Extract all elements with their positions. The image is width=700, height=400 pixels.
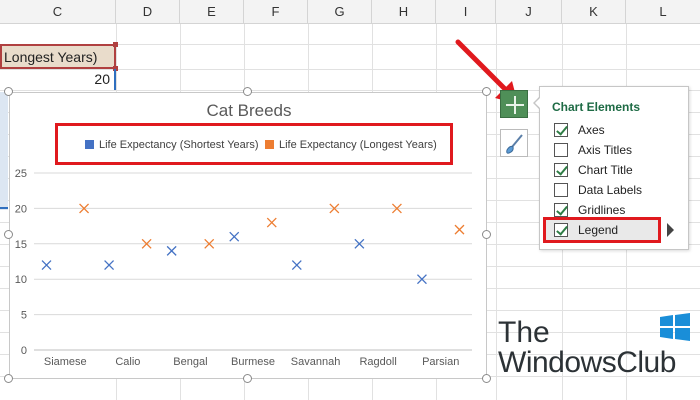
column-header-c[interactable]: C bbox=[0, 0, 116, 24]
resize-handle-bottom-right[interactable] bbox=[482, 374, 491, 383]
chart-element-chart-title[interactable]: Chart Title bbox=[554, 163, 633, 179]
checkbox[interactable] bbox=[554, 203, 568, 217]
resize-handle-middle-right[interactable] bbox=[482, 230, 491, 239]
y-tick-label: 25 bbox=[15, 168, 27, 180]
checkbox[interactable] bbox=[554, 143, 568, 157]
column-header-f[interactable]: F bbox=[244, 0, 308, 24]
chart-element-label: Axis Titles bbox=[578, 143, 633, 157]
y-tick-label: 0 bbox=[21, 345, 27, 357]
panel-title: Chart Elements bbox=[552, 100, 641, 114]
column-header-j[interactable]: J bbox=[496, 0, 562, 24]
checkbox[interactable] bbox=[554, 163, 568, 177]
column-header-g[interactable]: G bbox=[308, 0, 372, 24]
y-tick-label: 5 bbox=[21, 310, 27, 322]
column-header-k[interactable]: K bbox=[562, 0, 626, 24]
resize-handle-top-center[interactable] bbox=[243, 87, 252, 96]
x-tick-label: Parsian bbox=[422, 356, 459, 368]
chart-area[interactable]: Cat Breeds Life Expectancy (Shortest Yea… bbox=[9, 92, 487, 379]
x-tick-label: Siamese bbox=[44, 356, 87, 368]
chart-element-label: Gridlines bbox=[578, 203, 626, 217]
data-point-marker bbox=[104, 260, 115, 270]
data-point-marker bbox=[229, 231, 240, 242]
chart-element-label: Chart Title bbox=[578, 163, 633, 177]
panel-pointer-inner bbox=[535, 97, 541, 109]
x-tick-label: Ragdoll bbox=[359, 356, 396, 368]
legend-options-arrow-icon[interactable] bbox=[667, 223, 674, 237]
checkbox[interactable] bbox=[554, 223, 568, 237]
chart-element-label: Legend bbox=[578, 223, 619, 237]
plus-icon bbox=[506, 96, 524, 114]
chart-styles-button[interactable] bbox=[500, 129, 528, 157]
resize-handle-top-left[interactable] bbox=[4, 87, 13, 96]
paintbrush-icon bbox=[506, 134, 523, 154]
thewindowsclub-logo: The WindowsClub bbox=[498, 313, 698, 396]
chart-elements-button[interactable] bbox=[500, 90, 528, 118]
data-point-marker bbox=[41, 260, 52, 270]
y-tick-label: 20 bbox=[15, 203, 27, 215]
chart-element-axes[interactable]: Axes bbox=[554, 123, 605, 139]
x-tick-label: Calio bbox=[115, 356, 140, 368]
windows-logo-icon bbox=[660, 313, 690, 341]
selection-handle[interactable] bbox=[113, 42, 118, 47]
header-cell-text: Longest Years) bbox=[4, 49, 98, 65]
chart-element-label: Data Labels bbox=[578, 183, 643, 197]
checkbox[interactable] bbox=[554, 183, 568, 197]
column-header-i[interactable]: I bbox=[436, 0, 496, 24]
y-tick-label: 10 bbox=[15, 274, 27, 286]
chart-element-axis-titles[interactable]: Axis Titles bbox=[554, 143, 632, 159]
x-tick-label: Bengal bbox=[173, 356, 207, 368]
logo-line1: The bbox=[498, 316, 550, 349]
column-header-l[interactable]: L bbox=[626, 0, 700, 24]
data-point-marker bbox=[166, 245, 177, 256]
x-tick-label: Savannah bbox=[291, 356, 341, 368]
column-header-d[interactable]: D bbox=[116, 0, 180, 24]
chart-element-legend[interactable]: Legend bbox=[554, 223, 618, 239]
plot-area[interactable]: 0 5 10 15 20 25 Siamese Calio Bengal Burmese Savan… bbox=[10, 93, 488, 380]
value-cell-text: 20 bbox=[94, 71, 110, 87]
x-tick-label: Burmese bbox=[231, 356, 275, 368]
resize-handle-bottom-left[interactable] bbox=[4, 374, 13, 383]
logo-line2: WindowsClub bbox=[498, 346, 676, 379]
data-point-marker bbox=[291, 260, 302, 270]
data-point-marker bbox=[266, 217, 277, 228]
selected-header-cell[interactable]: Longest Years) bbox=[0, 44, 116, 69]
resize-handle-middle-left[interactable] bbox=[4, 230, 13, 239]
checkbox[interactable] bbox=[554, 123, 568, 137]
column-header-h[interactable]: H bbox=[372, 0, 436, 24]
resize-handle-bottom-center[interactable] bbox=[243, 374, 252, 383]
y-tick-label: 15 bbox=[15, 239, 27, 251]
column-header-e[interactable]: E bbox=[180, 0, 244, 24]
selection-range-edge bbox=[0, 207, 8, 209]
chart-element-gridlines[interactable]: Gridlines bbox=[554, 203, 625, 219]
value-cell[interactable]: 20 bbox=[0, 69, 116, 90]
column-header-bar: C D E F G H I J K L bbox=[0, 0, 700, 24]
selection-range-indicator bbox=[0, 92, 8, 210]
chart-element-data-labels[interactable]: Data Labels bbox=[554, 183, 642, 199]
chart-element-label: Axes bbox=[578, 123, 605, 137]
excel-window: C D E F G H I J K L Longest Years) 20 Ca… bbox=[0, 0, 700, 400]
chart-elements-panel: Chart Elements Axes Axis Titles Chart Titl… bbox=[539, 86, 689, 250]
data-point-marker bbox=[454, 224, 465, 235]
